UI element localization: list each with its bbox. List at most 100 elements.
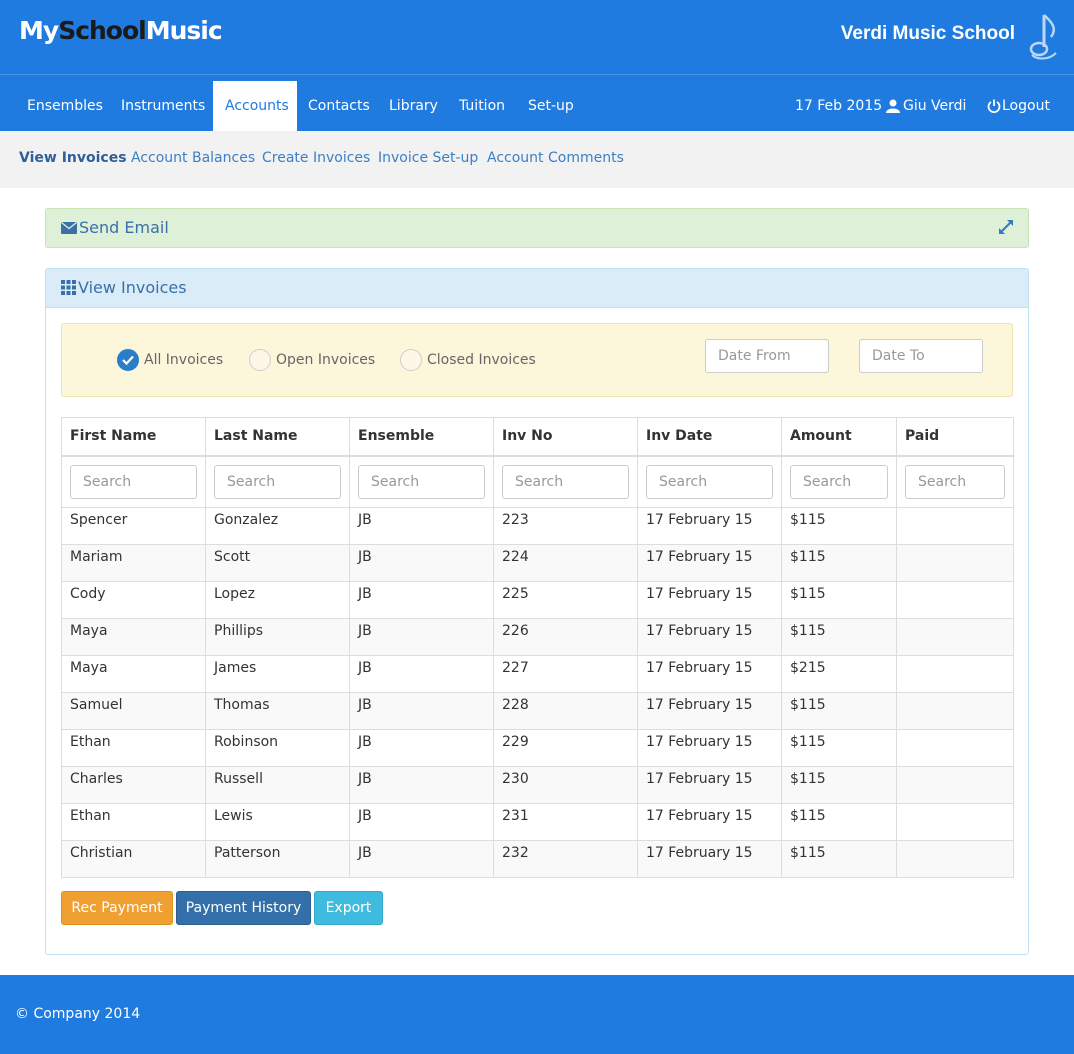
- filter-all-invoices[interactable]: All Invoices: [117, 349, 223, 371]
- subnav-create-invoices[interactable]: Create Invoices: [262, 150, 370, 166]
- cell-inv-no: 223: [493, 507, 638, 545]
- cell-inv-no: 224: [493, 544, 638, 582]
- filter-open-invoices[interactable]: Open Invoices: [249, 349, 375, 371]
- search-cell: [896, 455, 1014, 508]
- nav-setup[interactable]: Set-up: [516, 81, 586, 131]
- filter-closed-invoices[interactable]: Closed Invoices: [400, 349, 536, 371]
- music-note-icon: [1029, 14, 1057, 60]
- export-button[interactable]: Export: [314, 891, 383, 925]
- cell-ensemble: JB: [349, 729, 494, 767]
- cell-amount: $115: [781, 544, 897, 582]
- subnav-account-balances[interactable]: Account Balances: [131, 150, 255, 166]
- search-cell: [637, 455, 782, 508]
- subnav-view-invoices[interactable]: View Invoices: [19, 150, 127, 166]
- cell-paid: [896, 544, 1014, 582]
- table-row[interactable]: Samuel Thomas JB 228 17 February 15 $115: [61, 692, 1014, 730]
- table-row[interactable]: Ethan Lewis JB 231 17 February 15 $115: [61, 803, 1014, 841]
- date-from-input[interactable]: [705, 339, 829, 373]
- cell-first-name: Charles: [61, 766, 206, 804]
- envelope-icon: [61, 221, 77, 234]
- cell-inv-no: 225: [493, 581, 638, 619]
- cell-first-name: Ethan: [61, 803, 206, 841]
- nav-accounts[interactable]: Accounts: [213, 81, 297, 131]
- logout-label: Logout: [1002, 98, 1050, 114]
- cell-last-name: Gonzalez: [205, 507, 350, 545]
- search-cell: [349, 455, 494, 508]
- subnav-invoice-setup[interactable]: Invoice Set-up: [378, 150, 478, 166]
- cell-ensemble: JB: [349, 507, 494, 545]
- col-last-name[interactable]: Last Name: [205, 417, 350, 457]
- cell-ensemble: JB: [349, 766, 494, 804]
- payment-history-button[interactable]: Payment History: [176, 891, 311, 925]
- logout-link[interactable]: Logout: [987, 81, 1050, 131]
- table-row[interactable]: Cody Lopez JB 225 17 February 15 $115: [61, 581, 1014, 619]
- logo[interactable]: MySchoolMusic: [19, 16, 223, 45]
- date-to-input[interactable]: [859, 339, 983, 373]
- view-invoices-header: View Invoices: [46, 269, 1028, 308]
- table-row[interactable]: Maya Phillips JB 226 17 February 15 $115: [61, 618, 1014, 656]
- view-invoices-title: View Invoices: [61, 278, 187, 297]
- logo-suffix: Music: [145, 16, 223, 45]
- invoice-filter-bar: All Invoices Open Invoices Closed Invoic…: [61, 323, 1013, 397]
- search-first-name[interactable]: [70, 464, 197, 499]
- nav-library[interactable]: Library: [377, 81, 450, 131]
- table-header-row: First Name Last Name Ensemble Inv No Inv…: [61, 417, 1014, 457]
- table-row[interactable]: Maya James JB 227 17 February 15 $215: [61, 655, 1014, 693]
- cell-inv-date: 17 February 15: [637, 655, 782, 693]
- cell-amount: $115: [781, 507, 897, 545]
- table-search-row: [61, 455, 1014, 508]
- logo-prefix: My: [19, 16, 59, 45]
- cell-paid: [896, 729, 1014, 767]
- main-nav: Ensembles Instruments Accounts Contacts …: [0, 75, 1074, 131]
- search-last-name[interactable]: [214, 464, 341, 499]
- cell-first-name: Maya: [61, 618, 206, 656]
- col-first-name[interactable]: First Name: [61, 417, 206, 457]
- search-inv-date[interactable]: [646, 464, 773, 499]
- table-row[interactable]: Mariam Scott JB 224 17 February 15 $115: [61, 544, 1014, 582]
- search-paid[interactable]: [905, 464, 1005, 499]
- logo-mid: School: [58, 16, 147, 45]
- expand-icon[interactable]: [998, 219, 1014, 235]
- view-invoices-panel: View Invoices All Invoices Open Invoices…: [45, 268, 1029, 955]
- cell-last-name: Thomas: [205, 692, 350, 730]
- user-menu[interactable]: Giu Verdi: [886, 81, 966, 131]
- search-cell: [205, 455, 350, 508]
- cell-paid: [896, 581, 1014, 619]
- user-icon: [886, 99, 900, 113]
- cell-last-name: James: [205, 655, 350, 693]
- search-amount[interactable]: [790, 464, 888, 499]
- cell-first-name: Mariam: [61, 544, 206, 582]
- table-row[interactable]: Charles Russell JB 230 17 February 15 $115: [61, 766, 1014, 804]
- cell-inv-no: 226: [493, 618, 638, 656]
- rec-payment-button[interactable]: Rec Payment: [61, 891, 173, 925]
- filter-open-label: Open Invoices: [276, 352, 376, 368]
- col-inv-no[interactable]: Inv No: [493, 417, 638, 457]
- col-amount[interactable]: Amount: [781, 417, 897, 457]
- table-row[interactable]: Spencer Gonzalez JB 223 17 February 15 $115: [61, 507, 1014, 545]
- cell-inv-no: 232: [493, 840, 638, 878]
- cell-amount: $215: [781, 655, 897, 693]
- cell-amount: $115: [781, 729, 897, 767]
- nav-contacts[interactable]: Contacts: [296, 81, 382, 131]
- nav-ensembles[interactable]: Ensembles: [15, 81, 115, 131]
- cell-inv-no: 231: [493, 803, 638, 841]
- nav-tuition[interactable]: Tuition: [447, 81, 517, 131]
- send-email-panel[interactable]: Send Email: [45, 208, 1029, 248]
- search-ensemble[interactable]: [358, 464, 485, 499]
- nav-instruments[interactable]: Instruments: [109, 81, 217, 131]
- cell-inv-date: 17 February 15: [637, 544, 782, 582]
- subnav-account-comments[interactable]: Account Comments: [487, 150, 624, 166]
- table-row[interactable]: Ethan Robinson JB 229 17 February 15 $115: [61, 729, 1014, 767]
- table-row[interactable]: Christian Patterson JB 232 17 February 15 $11…: [61, 840, 1014, 878]
- cell-ensemble: JB: [349, 840, 494, 878]
- cell-ensemble: JB: [349, 544, 494, 582]
- search-inv-no[interactable]: [502, 464, 629, 499]
- view-invoices-label: View Invoices: [78, 278, 187, 297]
- current-date: 17 Feb 2015: [795, 98, 883, 114]
- cell-inv-date: 17 February 15: [637, 507, 782, 545]
- col-paid[interactable]: Paid: [896, 417, 1014, 457]
- cell-ensemble: JB: [349, 692, 494, 730]
- col-inv-date[interactable]: Inv Date: [637, 417, 782, 457]
- cell-last-name: Lewis: [205, 803, 350, 841]
- col-ensemble[interactable]: Ensemble: [349, 417, 494, 457]
